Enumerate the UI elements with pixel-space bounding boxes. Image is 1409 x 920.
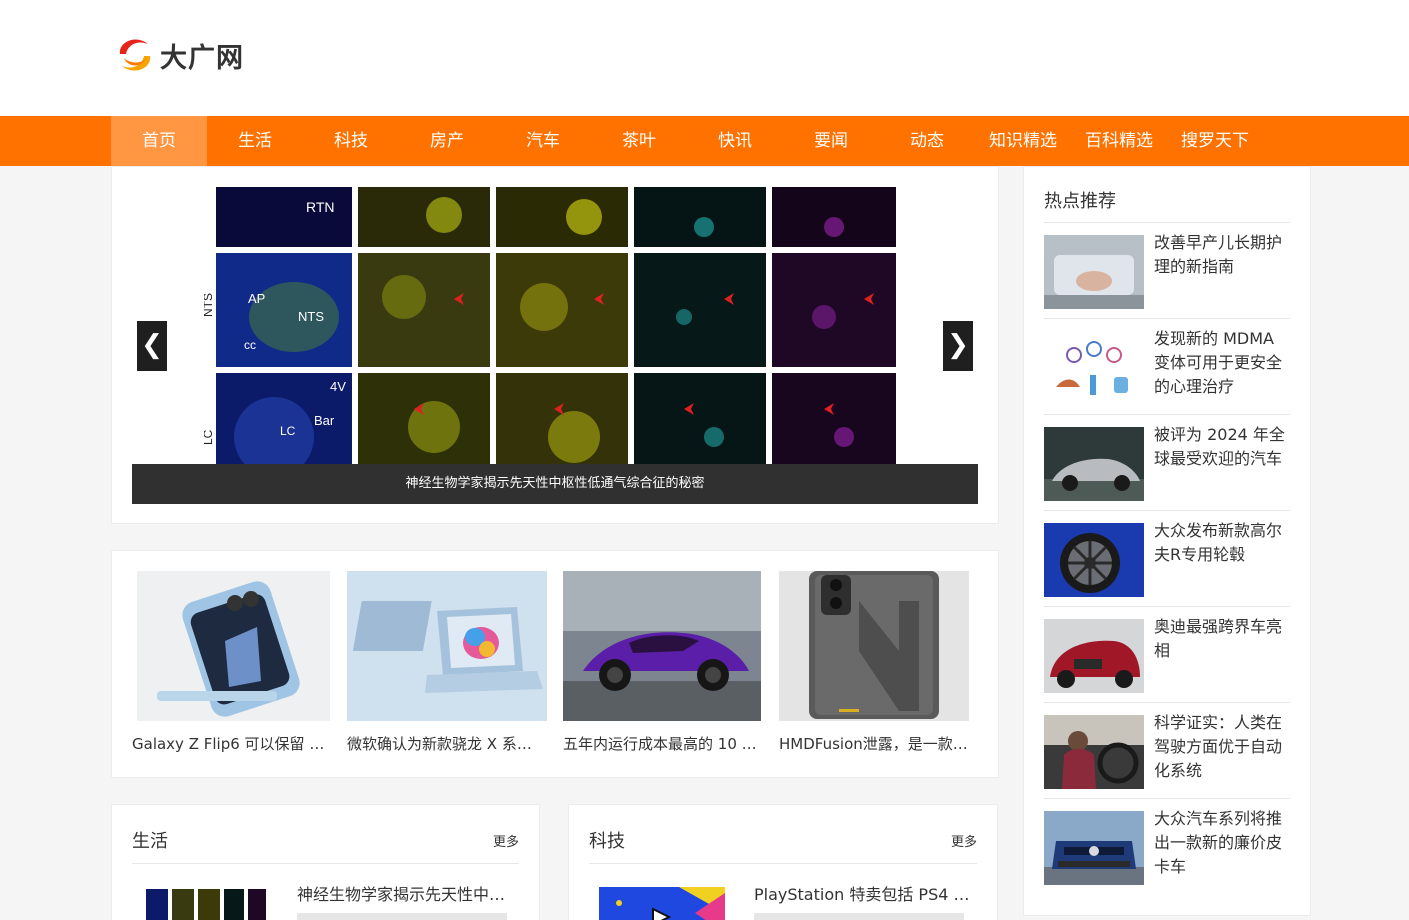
strip-caption: Galaxy Z Flip6 可以保留 Galaxy Z Flip5 的电池容量 bbox=[132, 735, 328, 753]
sidebar-item[interactable]: 大众发布新款高尔夫R专用轮毂 bbox=[1044, 511, 1290, 607]
nav-item-flash[interactable]: 快讯 bbox=[687, 116, 783, 166]
incubator-image bbox=[1044, 235, 1144, 309]
strip-item[interactable]: Galaxy Z Flip6 可以保留 Galaxy Z Flip5 的电池容量 bbox=[132, 571, 330, 771]
slider-prev-button[interactable]: ❮ bbox=[137, 321, 167, 371]
site-name: 大广网 bbox=[160, 42, 244, 74]
sidebar-item[interactable]: 科学证实：人类在驾驶方面优于自动化系统 bbox=[1044, 703, 1290, 799]
strip-item[interactable]: HMDFusion泄露，是一款模块化智能手机 bbox=[779, 571, 977, 771]
divider bbox=[132, 863, 519, 864]
section-tech-thumb[interactable] bbox=[599, 883, 725, 920]
vw-pickup-image bbox=[1044, 811, 1144, 885]
phone-flip-image bbox=[137, 571, 330, 721]
strip-item[interactable]: 微软确认为新款骁龙 X 系列 Surface 设备 bbox=[347, 571, 547, 771]
divider bbox=[589, 863, 977, 864]
nav-item-encyclopedia[interactable]: 百科精选 bbox=[1071, 116, 1167, 166]
slider-next-button[interactable]: ❯ bbox=[943, 321, 973, 371]
hot-recommend-sidebar: 热点推荐 改善早产儿长期护理的新指南 发现新的 MDMA 变体可用于更安全的心理… bbox=[1023, 166, 1311, 916]
nav-item-headlines[interactable]: 要闻 bbox=[783, 116, 879, 166]
sidebar-item[interactable]: 奥迪最强跨界车亮相 bbox=[1044, 607, 1290, 703]
sidebar-item-text: 奥迪最强跨界车亮相 bbox=[1154, 617, 1283, 660]
nav-item-life[interactable]: 生活 bbox=[207, 116, 303, 166]
strip-caption: HMDFusion泄露，是一款模块化智能手机 bbox=[779, 735, 975, 753]
section-life-thumb[interactable] bbox=[142, 883, 268, 920]
section-headline[interactable]: 神经生物学家揭示先天性中枢性低通气综合征的秘密 bbox=[297, 881, 507, 905]
main-nav: 首页 生活 科技 房产 汽车 茶叶 快讯 要闻 动态 知识精选 百科精选 搜罗天… bbox=[0, 116, 1409, 166]
section-title: 科技 bbox=[589, 831, 625, 852]
section-title: 生活 bbox=[132, 831, 168, 852]
slide-image[interactable]: RTN NTS AP NTS cc LC 4V Bar LC bbox=[204, 187, 896, 489]
site-logo[interactable]: 大广网 bbox=[114, 33, 244, 77]
sidebar-item-text: 发现新的 MDMA 变体可用于更安全的心理治疗 bbox=[1154, 329, 1283, 396]
microscopy-image: RTN NTS AP NTS cc LC 4V Bar LC bbox=[204, 187, 896, 489]
site-header: 大广网 bbox=[0, 0, 1409, 116]
picture-strip: Galaxy Z Flip6 可以保留 Galaxy Z Flip5 的电池容量… bbox=[111, 550, 999, 778]
golf-wheel-image bbox=[1044, 523, 1144, 597]
silver-sedan-image bbox=[1044, 427, 1144, 501]
sidebar-item[interactable]: 被评为 2024 年全球最受欢迎的汽车 bbox=[1044, 415, 1290, 511]
driver-interior-image bbox=[1044, 715, 1144, 789]
more-link[interactable]: 更多 bbox=[493, 831, 519, 850]
hmd-phone-image bbox=[779, 571, 969, 721]
label-ap: AP bbox=[248, 291, 265, 306]
section-life: 生活 更多 神经生物学家揭示先天性中枢性低通气综合征的秘密 bbox=[111, 804, 540, 920]
sidebar-item[interactable]: 大众汽车系列将推出一款新的廉价皮卡车 bbox=[1044, 799, 1290, 895]
strip-caption: 微软确认为新款骁龙 X 系列 Surface 设备 bbox=[347, 735, 545, 753]
sidebar-item-text: 大众汽车系列将推出一款新的廉价皮卡车 bbox=[1154, 809, 1283, 876]
sidebar-item-text: 大众发布新款高尔夫R专用轮毂 bbox=[1154, 521, 1283, 564]
label-nts: NTS bbox=[298, 309, 324, 324]
sidebar-item-text: 改善早产儿长期护理的新指南 bbox=[1154, 233, 1283, 276]
section-headline[interactable]: PlayStation 特卖包括 PS4 和 PS5 游戏 bbox=[754, 881, 976, 905]
nav-item-dynamics[interactable]: 动态 bbox=[879, 116, 975, 166]
featured-slider: RTN NTS AP NTS cc LC 4V Bar LC 神经生物学家揭示先… bbox=[111, 166, 999, 524]
section-subline bbox=[297, 913, 507, 920]
more-link[interactable]: 更多 bbox=[951, 831, 977, 850]
nav-item-auto[interactable]: 汽车 bbox=[495, 116, 591, 166]
surface-laptop-image bbox=[347, 571, 547, 721]
label-lc-row: LC bbox=[204, 429, 215, 445]
strip-item[interactable]: 五年内运行成本最高的 10 款电动汽车 bbox=[563, 571, 761, 771]
slide-caption[interactable]: 神经生物学家揭示先天性中枢性低通气综合征的秘密 bbox=[132, 464, 978, 504]
label-lc: LC bbox=[280, 424, 296, 438]
nav-item-realestate[interactable]: 房产 bbox=[399, 116, 495, 166]
nav-item-knowledge[interactable]: 知识精选 bbox=[975, 116, 1071, 166]
purple-car-image bbox=[563, 571, 761, 721]
nav-item-explore[interactable]: 搜罗天下 bbox=[1167, 116, 1263, 166]
sidebar-item-text: 被评为 2024 年全球最受欢迎的汽车 bbox=[1154, 425, 1285, 468]
label-rtn: RTN bbox=[306, 199, 335, 215]
label-bar: Bar bbox=[314, 413, 335, 428]
section-subline bbox=[754, 913, 964, 920]
section-tech: 科技 更多 PlayStation 特卖包括 PS4 和 PS5 游戏 bbox=[568, 804, 998, 920]
label-nts-row: NTS bbox=[204, 293, 215, 317]
sidebar-item-text: 科学证实：人类在驾驶方面优于自动化系统 bbox=[1154, 713, 1283, 780]
audi-suv-image bbox=[1044, 619, 1144, 693]
sidebar-item[interactable]: 发现新的 MDMA 变体可用于更安全的心理治疗 bbox=[1044, 319, 1290, 415]
strip-caption: 五年内运行成本最高的 10 款电动汽车 bbox=[563, 735, 761, 753]
sidebar-title: 热点推荐 bbox=[1044, 191, 1116, 212]
label-cc: cc bbox=[244, 338, 256, 352]
nav-item-home[interactable]: 首页 bbox=[111, 116, 207, 166]
nav-item-tech[interactable]: 科技 bbox=[303, 116, 399, 166]
nav-item-tea[interactable]: 茶叶 bbox=[591, 116, 687, 166]
mdma-diagram-image bbox=[1044, 331, 1144, 405]
label-4v: 4V bbox=[330, 379, 346, 394]
swirl-logo-icon bbox=[119, 39, 151, 71]
sidebar-item[interactable]: 改善早产儿长期护理的新指南 bbox=[1044, 223, 1290, 319]
